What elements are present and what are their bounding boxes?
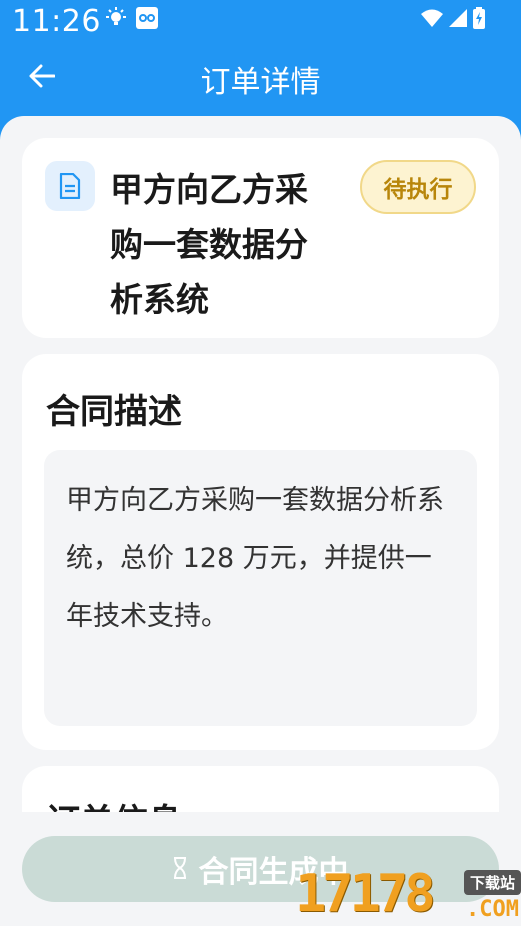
description-box: 甲方向乙方采购一套数据分析系统，总价 128 万元，并提供一年技术支持。 (44, 450, 477, 726)
watermark-tag: 下载站 (463, 870, 521, 895)
watermark-suffix: .COM (466, 897, 519, 922)
watermark-number: 17178 (295, 864, 436, 924)
status-time: 11:26 (12, 4, 101, 39)
content-sheet: 甲方向乙方采购一套数据分析系统 待执行 合同描述 甲方向乙方采购一套数据分析系统… (0, 116, 521, 926)
app-icon (136, 7, 158, 33)
hourglass-icon (173, 852, 187, 887)
order-header-card: 甲方向乙方采购一套数据分析系统 待执行 (22, 138, 499, 338)
document-icon (45, 161, 95, 211)
site-watermark: 17178 下载站 .COM (295, 864, 521, 926)
battery-icon (473, 7, 485, 33)
wifi-icon (421, 9, 443, 31)
signal-icon (449, 9, 467, 31)
app-bar: 订单详情 (0, 44, 521, 112)
section-title-description: 合同描述 (46, 392, 182, 432)
bulb-icon (106, 7, 126, 33)
description-text: 甲方向乙方采购一套数据分析系统，总价 128 万元，并提供一年技术支持。 (66, 485, 444, 632)
contract-title: 甲方向乙方采购一套数据分析系统 (110, 170, 308, 319)
status-bar: 11:26 (0, 0, 521, 44)
contract-description-card: 合同描述 甲方向乙方采购一套数据分析系统，总价 128 万元，并提供一年技术支持… (22, 354, 499, 750)
page-title: 订单详情 (200, 65, 321, 100)
status-badge: 待执行 (360, 160, 476, 214)
